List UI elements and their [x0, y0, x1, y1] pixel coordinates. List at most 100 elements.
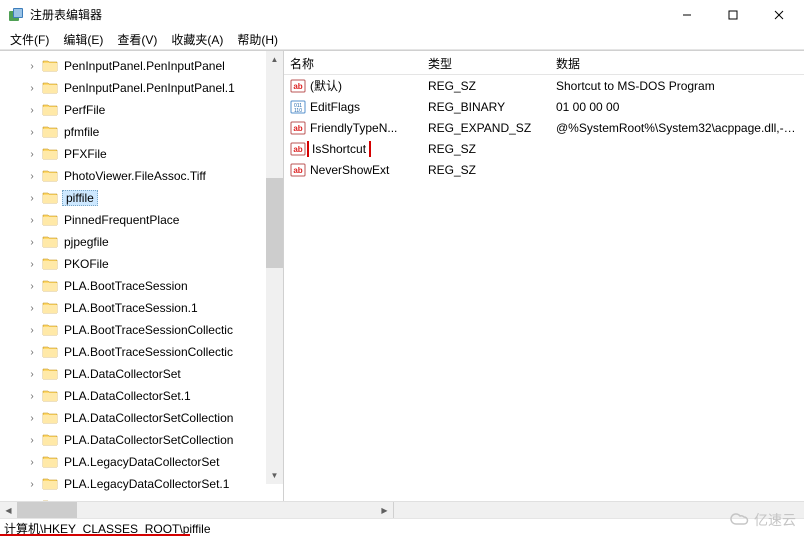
value-row[interactable]: (默认)REG_SZShortcut to MS-DOS Program — [284, 75, 804, 96]
registry-tree[interactable]: › PenInputPanel.PenInputPanel ›PenInputPan… — [0, 51, 283, 501]
chevron-right-icon[interactable]: › — [24, 479, 40, 490]
folder-icon — [42, 168, 58, 184]
chevron-right-icon[interactable]: › — [24, 149, 40, 160]
folder-icon — [42, 476, 58, 492]
tree-item-label: PLA.BootTraceSession.1 — [62, 301, 200, 315]
chevron-right-icon[interactable]: › — [24, 127, 40, 138]
menu-help[interactable]: 帮助(H) — [231, 30, 284, 49]
chevron-right-icon[interactable]: › — [24, 369, 40, 380]
value-name: NeverShowExt — [310, 163, 389, 177]
menu-file[interactable]: 文件(F) — [4, 30, 55, 49]
chevron-right-icon[interactable]: › — [24, 457, 40, 468]
scroll-track[interactable] — [17, 502, 376, 518]
chevron-right-icon[interactable]: › — [24, 303, 40, 314]
value-row[interactable]: FriendlyTypeN...REG_EXPAND_SZ@%SystemRoo… — [284, 117, 804, 138]
string-value-icon — [290, 162, 306, 178]
tree-item[interactable]: › PKOFile — [0, 253, 283, 275]
tree-item-label: PLA.DataCollectorSet.1 — [62, 389, 193, 403]
scroll-thumb[interactable] — [17, 502, 77, 518]
folder-icon — [42, 366, 58, 382]
value-list[interactable]: (默认)REG_SZShortcut to MS-DOS ProgramEdit… — [284, 75, 804, 180]
value-type: REG_SZ — [422, 163, 550, 177]
maximize-button[interactable] — [710, 0, 756, 30]
tree-item[interactable]: ›PLA.DataCollectorSetCollection — [0, 429, 283, 451]
chevron-right-icon[interactable]: › — [24, 193, 40, 204]
value-row[interactable]: EditFlagsREG_BINARY01 00 00 00 — [284, 96, 804, 117]
tree-item[interactable]: ›PLA.BootTraceSessionCollectic — [0, 341, 283, 363]
value-data: @%SystemRoot%\System32\acppage.dll,-6005 — [550, 121, 804, 135]
value-row[interactable]: NeverShowExt REG_SZ — [284, 159, 804, 180]
tree-item[interactable]: ›PLA.LegacyDataCollectorSetCc — [0, 495, 283, 501]
scroll-left-icon[interactable]: ◀ — [0, 502, 17, 518]
chevron-right-icon[interactable]: › — [24, 61, 40, 72]
tree-item[interactable]: ›PinnedFrequentPlace — [0, 209, 283, 231]
tree-item-label: PenInputPanel.PenInputPanel — [62, 59, 227, 73]
tree-item[interactable]: ›PLA.BootTraceSessionCollectic — [0, 319, 283, 341]
menu-bar: 文件(F) 编辑(E) 查看(V) 收藏夹(A) 帮助(H) — [0, 30, 804, 50]
folder-icon — [42, 102, 58, 118]
chevron-right-icon[interactable]: › — [24, 501, 40, 502]
folder-icon — [42, 212, 58, 228]
tree-item[interactable]: › PFXFile — [0, 143, 283, 165]
chevron-right-icon[interactable]: › — [24, 215, 40, 226]
chevron-right-icon[interactable]: › — [24, 413, 40, 424]
folder-icon — [42, 58, 58, 74]
chevron-right-icon[interactable]: › — [24, 435, 40, 446]
folder-icon — [42, 256, 58, 272]
tree-item[interactable]: ›piffile — [0, 187, 283, 209]
scroll-thumb[interactable] — [266, 178, 283, 268]
menu-view[interactable]: 查看(V) — [111, 30, 163, 49]
tree-vertical-scrollbar[interactable]: ▲ ▼ — [266, 51, 283, 484]
column-header-data[interactable]: 数据 — [550, 51, 804, 74]
chevron-right-icon[interactable]: › — [24, 347, 40, 358]
value-type: REG_EXPAND_SZ — [422, 121, 550, 135]
chevron-right-icon[interactable]: › — [24, 83, 40, 94]
menu-favorites[interactable]: 收藏夹(A) — [165, 30, 229, 49]
folder-icon — [42, 432, 58, 448]
tree-item[interactable]: ›PLA.DataCollectorSet — [0, 363, 283, 385]
chevron-right-icon[interactable]: › — [24, 237, 40, 248]
tree-item[interactable]: ›PLA.LegacyDataCollectorSet.1 — [0, 473, 283, 495]
column-header-type[interactable]: 类型 — [422, 51, 550, 74]
column-header-name[interactable]: 名称 — [284, 51, 422, 74]
chevron-right-icon[interactable]: › — [24, 105, 40, 116]
string-value-icon — [290, 78, 306, 94]
chevron-right-icon[interactable]: › — [24, 259, 40, 270]
scroll-right-icon[interactable]: ▶ — [376, 502, 393, 518]
window-title: 注册表编辑器 — [30, 6, 664, 23]
value-list-pane: 名称 类型 数据 (默认)REG_SZShortcut to MS-DOS Pr… — [284, 51, 804, 501]
tree-item[interactable]: › PenInputPanel.PenInputPanel — [0, 55, 283, 77]
value-row[interactable]: IsShortcutREG_SZ — [284, 138, 804, 159]
minimize-button[interactable] — [664, 0, 710, 30]
tree-item[interactable]: › PLA.BootTraceSession — [0, 275, 283, 297]
tree-item-label: PKOFile — [62, 257, 111, 271]
tree-item-label: PhotoViewer.FileAssoc.Tiff — [62, 169, 208, 183]
tree-item[interactable]: ›pjpegfile — [0, 231, 283, 253]
scroll-up-icon[interactable]: ▲ — [266, 51, 283, 68]
tree-item-label: PLA.BootTraceSession — [62, 279, 190, 293]
folder-icon — [42, 80, 58, 96]
folder-icon — [42, 410, 58, 426]
scroll-track[interactable] — [266, 68, 283, 467]
folder-icon — [42, 234, 58, 250]
tree-item[interactable]: ›PerfFile — [0, 99, 283, 121]
tree-item-label: PFXFile — [62, 147, 109, 161]
scroll-down-icon[interactable]: ▼ — [266, 467, 283, 484]
value-data: 01 00 00 00 — [550, 100, 804, 114]
tree-item[interactable]: ›PLA.LegacyDataCollectorSet — [0, 451, 283, 473]
chevron-right-icon[interactable]: › — [24, 281, 40, 292]
status-bar: 计算机\HKEY_CLASSES_ROOT\piffile — [0, 518, 804, 536]
menu-edit[interactable]: 编辑(E) — [57, 30, 109, 49]
chevron-right-icon[interactable]: › — [24, 325, 40, 336]
tree-item[interactable]: › PLA.DataCollectorSet.1 — [0, 385, 283, 407]
chevron-right-icon[interactable]: › — [24, 171, 40, 182]
close-button[interactable] — [756, 0, 802, 30]
tree-horizontal-scrollbar[interactable]: ◀ ▶ — [0, 502, 394, 518]
value-name: IsShortcut — [310, 142, 368, 156]
tree-item[interactable]: ›pfmfile — [0, 121, 283, 143]
tree-item[interactable]: ›PLA.DataCollectorSetCollection — [0, 407, 283, 429]
tree-item[interactable]: › PLA.BootTraceSession.1 — [0, 297, 283, 319]
tree-item[interactable]: › PhotoViewer.FileAssoc.Tiff — [0, 165, 283, 187]
tree-item[interactable]: ›PenInputPanel.PenInputPanel.1 — [0, 77, 283, 99]
chevron-right-icon[interactable]: › — [24, 391, 40, 402]
